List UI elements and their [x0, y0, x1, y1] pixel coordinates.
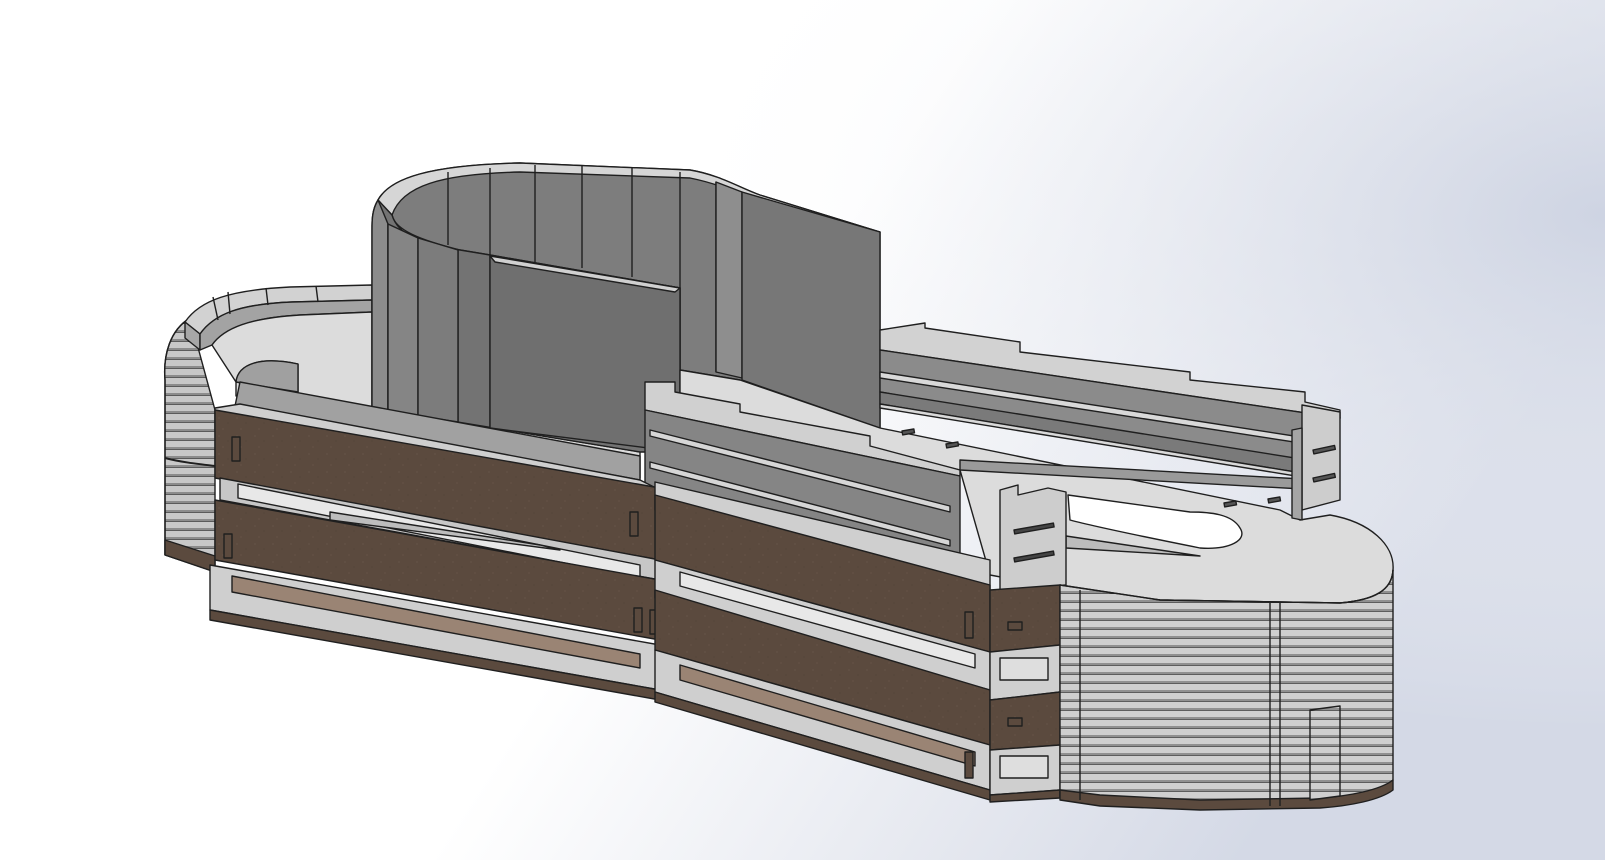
middle-wall-end-block[interactable] [999, 484, 1067, 591]
right-curved-wall[interactable] [1059, 569, 1394, 811]
front-corner-block[interactable] [989, 584, 1061, 803]
graphics-viewport[interactable] [0, 0, 1605, 860]
3d-model-view[interactable] [0, 0, 1605, 860]
